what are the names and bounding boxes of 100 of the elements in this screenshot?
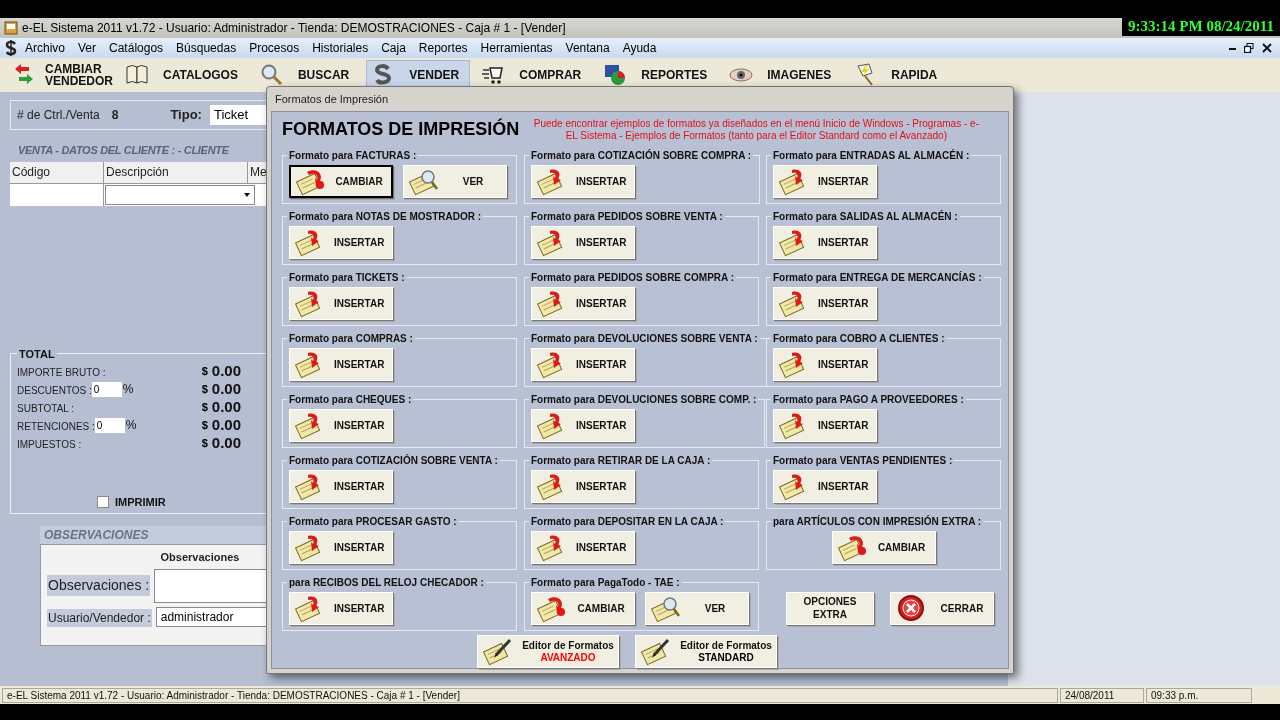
menu-item[interactable]: Reportes xyxy=(412,39,474,57)
toolbar-button[interactable]: COMPRAR xyxy=(476,60,593,90)
menu-item[interactable]: Archivo xyxy=(19,39,71,57)
field-label: Observaciones : xyxy=(47,575,151,596)
dropdown-field[interactable] xyxy=(105,184,255,205)
format-button[interactable]: CAMBIAR xyxy=(531,592,635,625)
format-button[interactable]: CAMBIAR xyxy=(289,165,393,198)
format-button[interactable]: INSERTAR xyxy=(531,165,635,198)
group-title: TOTAL xyxy=(18,346,56,362)
number-field[interactable]: 0 xyxy=(94,417,125,433)
currency-sign: $ xyxy=(201,417,208,433)
format-button[interactable]: INSERTAR xyxy=(289,409,393,442)
format-button[interactable]: INSERTAR xyxy=(773,409,877,442)
options-button[interactable]: OPCIONES EXTRA xyxy=(786,591,874,625)
menu-item[interactable]: Herramientas xyxy=(474,39,559,57)
format-button[interactable]: INSERTAR xyxy=(531,531,635,564)
toolbar-button[interactable]: CAMBIAR VENDEDOR xyxy=(8,60,114,90)
amount-value: 0.00 xyxy=(211,396,241,417)
amount-value: 0.00 xyxy=(211,432,241,453)
close-button[interactable]: CERRAR xyxy=(890,591,994,625)
minimize-icon xyxy=(1229,48,1236,50)
format-button[interactable]: INSERTAR xyxy=(289,470,393,503)
format-button[interactable]: INSERTAR xyxy=(531,226,635,259)
format-button[interactable]: INSERTAR xyxy=(531,470,635,503)
field-label: RETENCIONES : xyxy=(17,421,95,432)
field-label: IMPORTE BRUTO : xyxy=(17,367,106,378)
window-title: e-EL Sistema 2011 v1.72 - Usuario: Administrador - Tienda: DEMOSTRACIONES - Caja # 1 - [Vender] xyxy=(22,20,566,37)
group-title: Formato para CHEQUES : xyxy=(288,393,413,407)
restore-icon xyxy=(1244,43,1254,53)
menu-item[interactable]: Búsquedas xyxy=(170,39,243,57)
pen-icon xyxy=(482,636,514,667)
format-button[interactable]: VER xyxy=(645,592,749,625)
status-text: 09:33 p.m. xyxy=(1146,687,1252,703)
dollar-icon xyxy=(4,40,18,56)
checkbox[interactable] xyxy=(97,496,109,509)
editor-button[interactable]: Editor de Formatos AVANZADO xyxy=(477,635,619,668)
amount-value: 0.00 xyxy=(211,378,241,399)
pen-icon xyxy=(640,636,672,667)
group-title: Formato para COTIZACIÓN SOBRE COMPRA : xyxy=(530,148,753,163)
format-button[interactable]: INSERTAR xyxy=(289,348,393,381)
toolbar-button[interactable]: CATALOGOS xyxy=(120,60,249,90)
group-title: Formato para DEPOSITAR EN LA CAJA : xyxy=(530,515,725,529)
format-button[interactable]: INSERTAR xyxy=(531,409,635,442)
format-button[interactable]: INSERTAR xyxy=(289,287,393,320)
book-icon xyxy=(125,63,149,87)
group-title: Formato para PEDIDOS SOBRE VENTA : xyxy=(530,210,724,224)
amount-value: 0.00 xyxy=(211,360,241,381)
group-title: Formato para NOTAS DE MOSTRADOR : xyxy=(288,210,483,224)
menu-item[interactable]: Procesos xyxy=(243,39,306,57)
format-button[interactable]: INSERTAR xyxy=(289,226,393,259)
editor-button[interactable]: Editor de Formatos STANDARD xyxy=(635,635,777,668)
section-title: VENTA - DATOS DEL CLIENTE : - CLIENTE xyxy=(18,143,229,158)
field-label: IMPUESTOS : xyxy=(17,439,82,450)
format-button[interactable]: INSERTAR xyxy=(773,165,877,198)
group-title: Formato para FACTURAS : xyxy=(288,149,418,163)
menu-item[interactable]: Caja xyxy=(375,39,412,57)
menu-item[interactable]: Catálogos xyxy=(103,39,170,57)
panel-header: Observaciones xyxy=(159,549,241,565)
unit-label: % xyxy=(122,381,134,398)
format-button[interactable]: INSERTAR xyxy=(531,287,635,320)
group-title: Formato para COMPRAS : xyxy=(288,332,414,346)
group-title: Formato para ENTREGA DE MERCANCÍAS : xyxy=(772,270,983,285)
format-button[interactable]: INSERTAR xyxy=(773,287,877,320)
toolbar-button[interactable]: BUSCAR xyxy=(254,60,361,90)
menu-item[interactable]: Ventana xyxy=(559,39,616,57)
control-number: 8 xyxy=(111,107,119,124)
close-icon xyxy=(895,593,927,623)
format-button[interactable]: INSERTAR xyxy=(773,226,877,259)
close-icon xyxy=(1262,43,1272,53)
format-button[interactable]: CAMBIAR xyxy=(831,531,936,564)
group-title: Formato para ENTRADAS AL ALMACÉN : xyxy=(772,148,971,163)
clock-text: 9:33:14 PM 08/24/2011 xyxy=(1128,16,1274,36)
field-label: SUBTOTAL : xyxy=(17,403,75,414)
format-button[interactable]: INSERTAR xyxy=(289,592,393,625)
field-label: Usuario/Vendedor : xyxy=(47,609,152,627)
group-title: Formato para RETIRAR DE LA CAJA : xyxy=(530,454,712,468)
number-field[interactable]: 0 xyxy=(91,381,122,397)
format-button[interactable]: INSERTAR xyxy=(289,531,393,564)
group-title: Formato para DEVOLUCIONES SOBRE VENTA : xyxy=(530,332,759,346)
group-title: para ARTÍCULOS CON IMPRESIÓN EXTRA : xyxy=(772,514,983,529)
info-note: Puede encontrar ejemplos de formatos ya diseñados en el menú Inicio de Windows - Programas - e-EL Sistema - Ejemplos de Formatos (tanto para el Editor Standard como el Avanzado) xyxy=(532,118,980,142)
field-label: Tipo: xyxy=(170,106,202,125)
format-button[interactable]: VER xyxy=(403,165,507,198)
group-title: Formato para COTIZACIÓN SOBRE VENTA : xyxy=(288,453,499,468)
group-title: Formato para TICKETS : xyxy=(288,271,406,285)
currency-sign: $ xyxy=(201,381,208,397)
format-button[interactable]: INSERTAR xyxy=(531,348,635,381)
format-button[interactable]: INSERTAR xyxy=(773,470,877,503)
menu-item[interactable]: Ver xyxy=(72,39,103,57)
field-label: DESCUENTOS : xyxy=(17,385,92,396)
group-title: Formato para COBRO A CLIENTES : xyxy=(772,332,946,346)
group-title: Formato para DEVOLUCIONES SOBRE COMP. : xyxy=(530,393,758,407)
format-button[interactable]: INSERTAR xyxy=(773,348,877,381)
amount-value: 0.00 xyxy=(211,414,241,435)
menu-item[interactable]: Historiales xyxy=(306,39,375,57)
group-title: Formato para PAGO A PROVEEDORES : xyxy=(772,393,965,407)
group-title: Formato para PagaTodo - TAE : xyxy=(530,576,681,590)
status-text: 24/08/2011 xyxy=(1060,687,1144,703)
status-text: e-EL Sistema 2011 v1.72 - Usuario: Administrador - Tienda: DEMOSTRACIONES - Caja # 1 - [Vender] xyxy=(2,687,1058,703)
menu-item[interactable]: Ayuda xyxy=(616,39,663,57)
